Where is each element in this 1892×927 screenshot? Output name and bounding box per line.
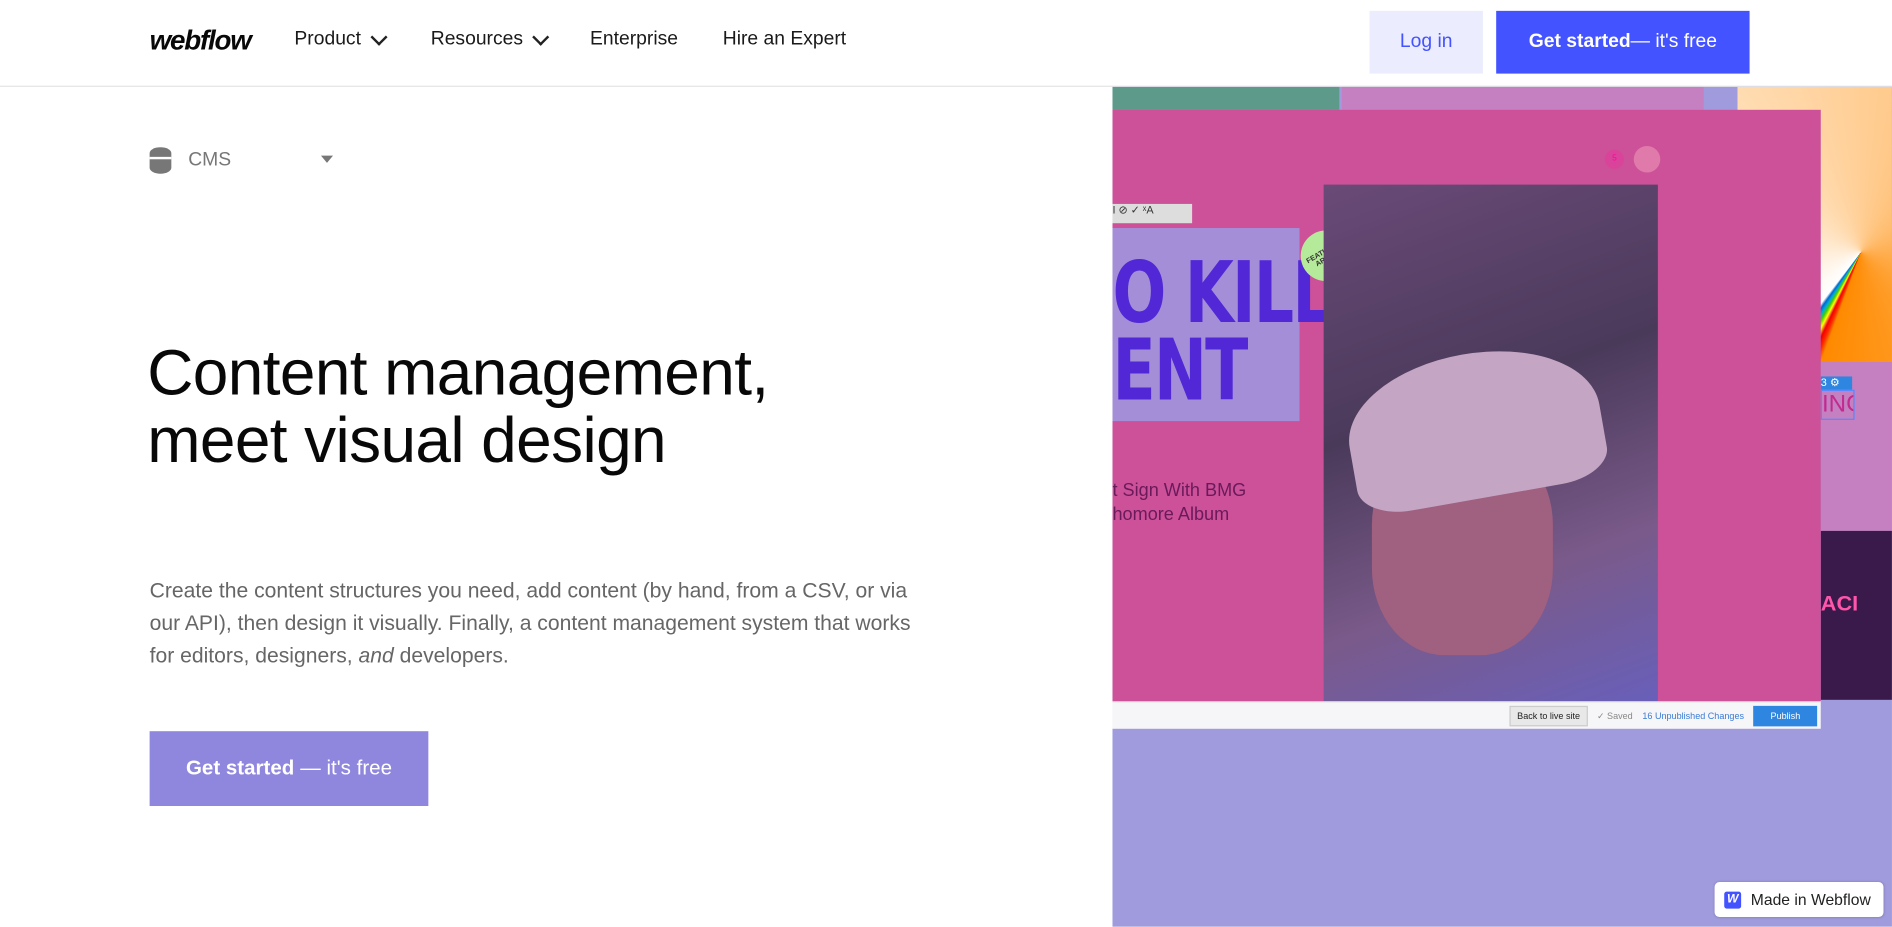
saved-status: ✓ Saved: [1596, 710, 1633, 721]
nav-enterprise[interactable]: Enterprise: [590, 29, 678, 51]
avatar: [1633, 145, 1661, 173]
side-text: ING: [1820, 389, 1855, 420]
hero-get-started-button[interactable]: Get started — it's free: [149, 731, 429, 807]
nav-product-label: Product: [294, 28, 361, 50]
made-in-webflow-label: Made in Webflow: [1750, 890, 1871, 909]
background-thumbnail: [1341, 86, 1704, 110]
background-thumbnail: [1112, 86, 1340, 110]
side-dark-text: ACI: [1820, 591, 1859, 616]
editor-preview: 3 ⚙ING ACI 5 O KILLENT I ⊘ ✓ ˣA FEATURED…: [1112, 86, 1892, 927]
article-subtitle: t Sign With BMG homore Album: [1112, 479, 1246, 527]
headline-text[interactable]: O KILL ENT: [1112, 251, 1332, 420]
artist-photo: [1323, 184, 1658, 726]
category-selector[interactable]: CMS: [149, 147, 232, 174]
cta-rest: — it's free: [300, 756, 392, 780]
side-card-dark: ACI: [1820, 530, 1892, 700]
nav-resources[interactable]: Resources: [430, 28, 550, 51]
subtitle-line-1: t Sign With BMG: [1112, 480, 1247, 501]
nav-product[interactable]: Product: [294, 28, 388, 51]
webflow-logo[interactable]: webflow: [150, 24, 252, 57]
desc-part-1: Create the content structures you need, …: [149, 577, 911, 668]
hat-shape: [1337, 332, 1612, 520]
chevron-down-icon: [532, 28, 550, 46]
nav-resources-label: Resources: [430, 28, 524, 50]
collaborator-count: 5: [1604, 149, 1625, 169]
login-button[interactable]: Log in: [1369, 10, 1483, 74]
publish-button[interactable]: Publish: [1753, 705, 1818, 726]
headline-line-2: ENT: [1112, 320, 1248, 420]
chevron-down-icon: [370, 28, 388, 46]
side-badge: 3 ⚙: [1820, 376, 1853, 390]
editor-canvas: 5 O KILLENT I ⊘ ✓ ˣA FEATURED ARTIST t S…: [1112, 109, 1821, 726]
cta-rest: — it's free: [1630, 31, 1717, 52]
made-in-webflow-badge[interactable]: W Made in Webflow: [1714, 882, 1884, 918]
webflow-w-icon: W: [1724, 891, 1742, 908]
subtitle-line-2: homore Album: [1112, 504, 1230, 525]
text-format-toolbar[interactable]: I ⊘ ✓ ˣA: [1112, 203, 1193, 224]
top-nav: webflow Product Resources Enterprise Hir…: [0, 0, 1892, 87]
nav-hire-expert[interactable]: Hire an Expert: [723, 29, 846, 51]
get-started-button[interactable]: Get started — it's free: [1496, 10, 1750, 74]
editor-status-bar: Back to live site ✓ Saved 16 Unpublished…: [1112, 701, 1821, 729]
side-card: 3 ⚙ING: [1820, 361, 1892, 531]
category-label: CMS: [188, 149, 232, 171]
database-icon: [149, 147, 172, 174]
cta-bold: Get started: [1528, 31, 1631, 52]
unpublished-changes-link[interactable]: 16 Unpublished Changes: [1642, 710, 1744, 721]
back-to-live-site-button[interactable]: Back to live site: [1509, 705, 1588, 726]
page-title: Content management, meet visual design: [147, 337, 769, 477]
caret-down-icon[interactable]: [320, 155, 334, 163]
desc-part-2: developers.: [393, 643, 509, 668]
cta-bold: Get started: [185, 756, 295, 780]
desc-emphasis: and: [358, 643, 394, 668]
hero-description: Create the content structures you need, …: [150, 574, 922, 672]
